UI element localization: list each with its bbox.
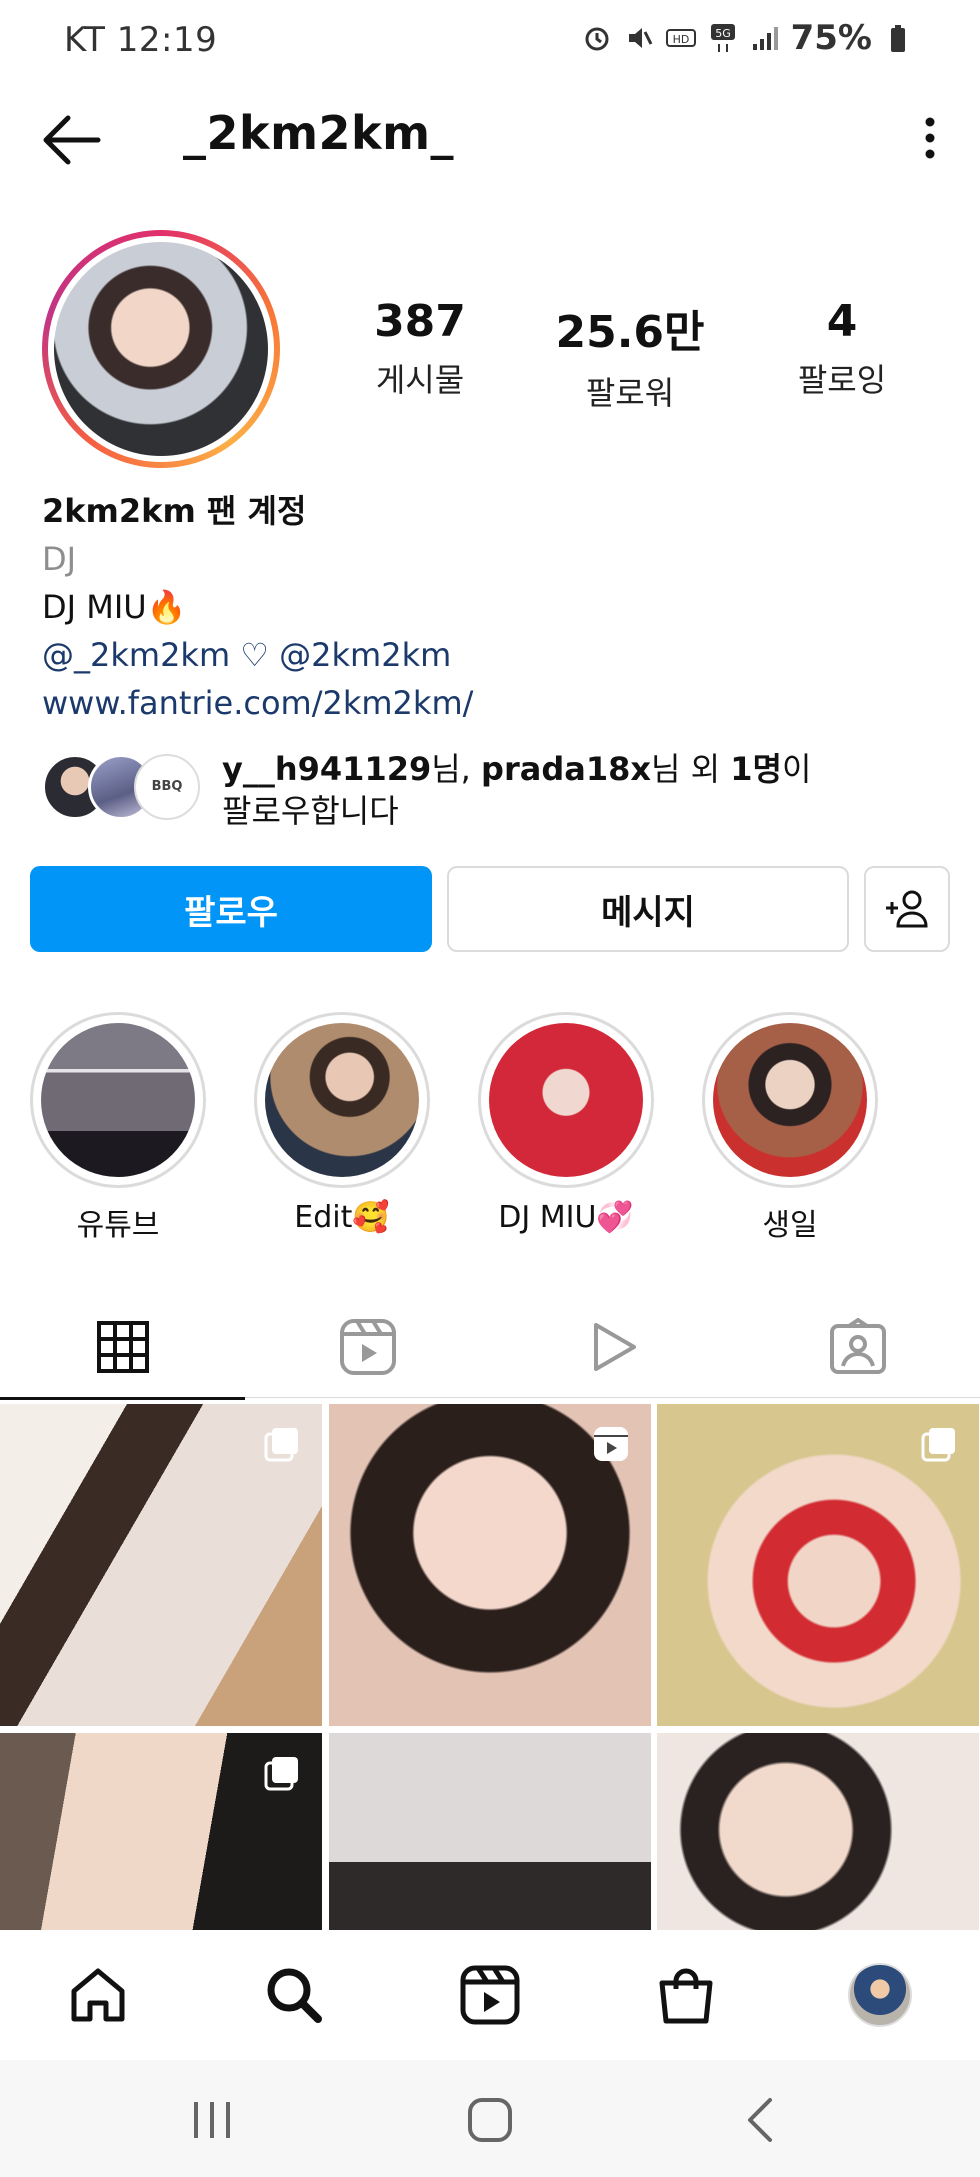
tab-tagged[interactable] bbox=[735, 1296, 980, 1398]
stat-posts[interactable]: 387 게시물 bbox=[330, 296, 510, 401]
shop-icon[interactable] bbox=[654, 1963, 718, 2027]
grid-icon bbox=[96, 1321, 149, 1373]
followed-by-text: y__h941129님, prada18x님 외 1명이 팔로우합니다 bbox=[222, 750, 812, 830]
message-button[interactable]: 메시지 bbox=[447, 866, 849, 952]
carousel-icon bbox=[264, 1428, 298, 1462]
profile-bio: 2km2km 팬 계정 DJ DJ MIU🔥 @_2km2km ♡ @2km2k… bbox=[42, 487, 942, 727]
add-person-icon bbox=[886, 890, 928, 928]
hd-icon: HD bbox=[665, 29, 696, 47]
highlight-cover bbox=[265, 1023, 419, 1177]
alarm-icon bbox=[585, 27, 609, 51]
profile-avatar-nav[interactable] bbox=[848, 1963, 912, 2027]
home-icon[interactable] bbox=[66, 1963, 130, 2027]
followers-label: 팔로워 bbox=[585, 374, 675, 412]
story-highlight[interactable]: Edit🥰 bbox=[254, 1012, 430, 1235]
system-navigation bbox=[0, 2060, 980, 2177]
story-highlight[interactable]: DJ MIU💞 bbox=[478, 1012, 654, 1235]
carousel-icon bbox=[264, 1757, 298, 1791]
status-icons: HD 5G 75% bbox=[581, 18, 914, 58]
post-thumbnail[interactable] bbox=[329, 1404, 651, 1726]
profile-category: DJ bbox=[42, 540, 77, 578]
reels-icon bbox=[339, 1319, 396, 1375]
profile-name: 2km2km 팬 계정 bbox=[42, 492, 307, 530]
status-bar: KT 12:19 HD 5G 75% bbox=[0, 0, 980, 82]
mute-icon bbox=[628, 28, 652, 48]
reels-nav-icon[interactable] bbox=[458, 1963, 522, 2027]
posts-label: 게시물 bbox=[375, 361, 465, 399]
stat-following[interactable]: 4 팔로잉 bbox=[752, 296, 932, 401]
svg-text:5G: 5G bbox=[715, 27, 731, 40]
profile-username: _2km2km_ bbox=[183, 106, 455, 160]
carrier-time: KT 12:19 bbox=[64, 20, 218, 60]
mutual-follower-1: y__h941129 bbox=[222, 750, 432, 788]
svg-text:HD: HD bbox=[672, 33, 689, 46]
profile-tabs bbox=[0, 1296, 980, 1400]
mutual-count: 1명 bbox=[730, 750, 782, 788]
highlight-cover bbox=[41, 1023, 195, 1177]
post-thumbnail[interactable] bbox=[0, 1733, 322, 1930]
tagged-icon bbox=[829, 1318, 886, 1374]
story-highlight[interactable]: 유튜브 bbox=[30, 1012, 206, 1244]
post-thumbnail[interactable] bbox=[0, 1404, 322, 1726]
reel-icon bbox=[594, 1427, 628, 1461]
bio-mentions[interactable]: @_2km2km ♡ @2km2km bbox=[42, 631, 942, 679]
highlight-cover bbox=[489, 1023, 643, 1177]
bottom-navigation bbox=[0, 1930, 980, 2060]
website-link[interactable]: www.fantrie.com/2km2km/ bbox=[42, 679, 942, 727]
mutual-follower-2: prada18x bbox=[481, 750, 651, 788]
following-count: 4 bbox=[826, 296, 858, 347]
battery-icon bbox=[891, 25, 905, 52]
home-button-icon[interactable] bbox=[460, 2090, 520, 2150]
signal-icon bbox=[752, 27, 778, 50]
post-thumbnail[interactable] bbox=[657, 1733, 979, 1930]
followed-by[interactable]: BBQ y__h941129님, prada18x님 외 1명이 팔로우합니다 bbox=[42, 748, 942, 838]
battery-percent: 75% bbox=[790, 18, 872, 58]
follow-button[interactable]: 팔로우 bbox=[30, 866, 432, 952]
back-arrow-icon[interactable] bbox=[38, 110, 104, 170]
app-bar: _2km2km_ bbox=[0, 92, 980, 184]
followed-by-suffix: 팔로우합니다 bbox=[222, 792, 399, 830]
bio-text: DJ MIU🔥 bbox=[42, 588, 187, 626]
follower-avatar: BBQ bbox=[134, 754, 200, 820]
active-tab-indicator bbox=[0, 1397, 245, 1400]
carousel-icon bbox=[921, 1428, 955, 1462]
highlight-cover bbox=[713, 1023, 867, 1177]
posts-count: 387 bbox=[374, 296, 466, 347]
tab-grid[interactable] bbox=[0, 1296, 245, 1400]
post-thumbnail[interactable] bbox=[329, 1733, 651, 1930]
following-label: 팔로잉 bbox=[797, 361, 887, 399]
tab-videos[interactable] bbox=[490, 1296, 735, 1398]
highlight-label: Edit🥰 bbox=[294, 1200, 390, 1235]
avatar-photo bbox=[54, 242, 268, 456]
5g-icon: 5G bbox=[710, 24, 735, 52]
highlight-label: DJ MIU💞 bbox=[498, 1200, 634, 1235]
followers-count: 25.6만 bbox=[555, 307, 705, 358]
highlight-label: 유튜브 bbox=[76, 1208, 160, 1243]
highlight-label: 생일 bbox=[762, 1208, 818, 1243]
profile-avatar[interactable] bbox=[42, 230, 280, 468]
story-highlight[interactable]: 생일 bbox=[702, 1012, 878, 1244]
stat-followers[interactable]: 25.6만 팔로워 bbox=[540, 296, 720, 414]
more-options-icon[interactable] bbox=[910, 108, 950, 168]
tab-reels[interactable] bbox=[245, 1296, 490, 1398]
search-icon[interactable] bbox=[262, 1963, 326, 2027]
suggested-users-button[interactable] bbox=[864, 866, 950, 952]
post-thumbnail[interactable] bbox=[657, 1404, 979, 1726]
video-icon bbox=[593, 1323, 636, 1371]
recent-apps-icon[interactable] bbox=[182, 2090, 242, 2150]
back-button-icon[interactable] bbox=[732, 2090, 792, 2150]
posts-grid bbox=[0, 1404, 980, 1930]
